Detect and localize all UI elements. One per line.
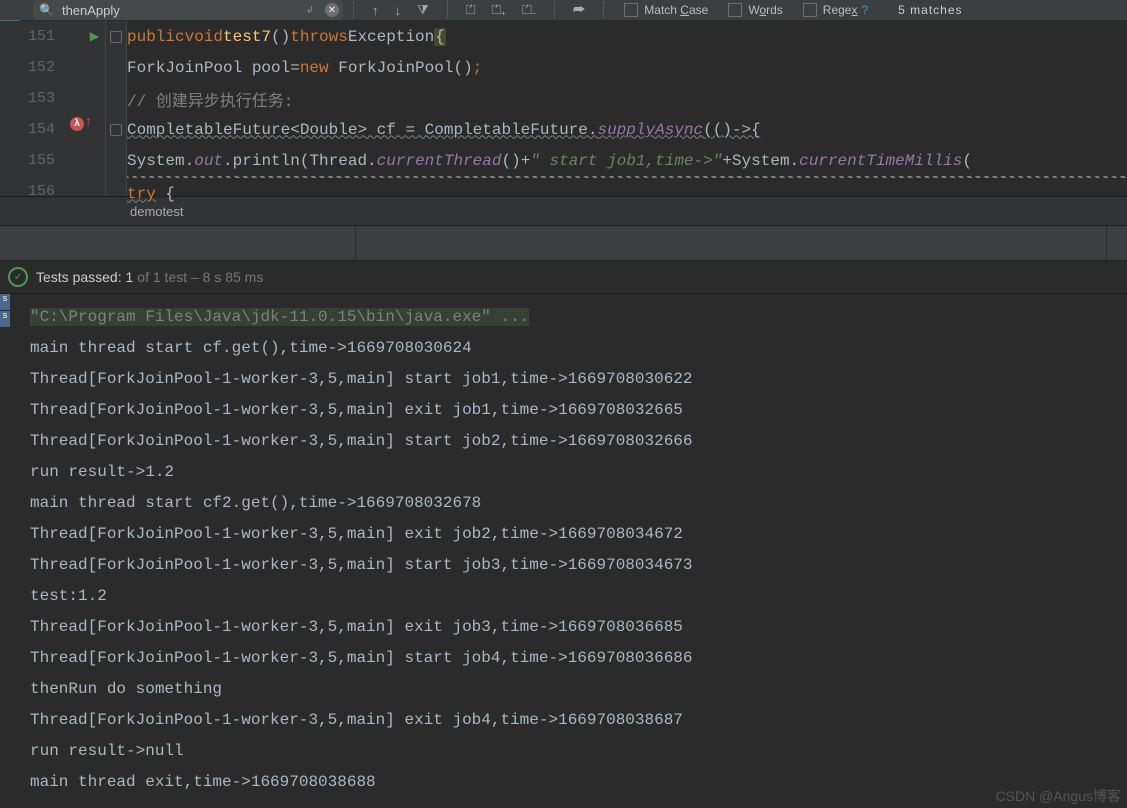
code-area[interactable]: public void test7() throws Exception { F…: [127, 21, 1127, 196]
console-line: Thread[ForkJoinPool-1-worker-3,5,main] s…: [30, 643, 1127, 674]
clear-search-icon[interactable]: ✕: [325, 3, 339, 17]
console-side-tabs[interactable]: ss: [0, 294, 10, 328]
console-line: test:1.2: [30, 581, 1127, 612]
line-number: 155: [28, 152, 55, 169]
match-case-checkbox[interactable]: Match Case: [624, 3, 708, 17]
search-icon: 🔍: [39, 3, 54, 17]
filter-icon[interactable]: ⧩: [417, 2, 429, 18]
separator: [603, 1, 604, 19]
console-line: Thread[ForkJoinPool-1-worker-3,5,main] e…: [30, 519, 1127, 550]
line-number: 152: [28, 59, 55, 76]
success-icon: ✓: [8, 267, 28, 287]
console-line: thenRun do something: [30, 674, 1127, 705]
console-line: Thread[ForkJoinPool-1-worker-3,5,main] e…: [30, 612, 1127, 643]
lambda-up-icon: ↑: [84, 115, 92, 131]
search-box: 🔍 ↲ ✕: [33, 0, 343, 20]
words-checkbox[interactable]: Words: [728, 3, 782, 17]
fold-column: [106, 21, 127, 196]
line-number: 151: [28, 28, 55, 45]
console-line: main thread start cf.get(),time->1669708…: [30, 333, 1127, 364]
fold-icon[interactable]: [110, 124, 122, 136]
console-line: Thread[ForkJoinPool-1-worker-3,5,main] e…: [30, 395, 1127, 426]
find-toolbar: 🔍 ↲ ✕ ↑ ↓ ⧩ ⏍ ⏍₊ ⏍₋ ⮫ Match Case Words R…: [0, 0, 1127, 21]
console-line: run result->null: [30, 736, 1127, 767]
prev-match-icon[interactable]: ↑: [372, 3, 379, 18]
console-line: main thread start cf2.get(),time->166970…: [30, 488, 1127, 519]
line-number: 153: [28, 90, 55, 107]
command-line: "C:\Program Files\Java\jdk-11.0.15\bin\j…: [30, 308, 529, 326]
fold-icon[interactable]: [110, 31, 122, 43]
line-number: 154: [28, 121, 55, 138]
line-number: 156: [28, 183, 55, 200]
add-selection-icon[interactable]: ⏍₊: [492, 2, 506, 18]
tests-passed-label: Tests passed: 1: [36, 269, 133, 285]
tool-window-header: [0, 226, 1127, 261]
line-gutter: 151▶ 152 153 154 155 156: [0, 21, 106, 196]
next-match-icon[interactable]: ↓: [395, 3, 402, 18]
console-line: Thread[ForkJoinPool-1-worker-3,5,main] s…: [30, 550, 1127, 581]
console-line: run result->1.2: [30, 457, 1127, 488]
tests-detail-label: of 1 test – 8 s 85 ms: [137, 269, 263, 285]
run-gutter-icon[interactable]: ▶: [90, 29, 99, 44]
newline-icon[interactable]: ↲: [303, 3, 317, 17]
lambda-icon[interactable]: λ: [70, 117, 84, 131]
separator: [554, 1, 555, 19]
test-status-bar: ✓ Tests passed: 1 of 1 test – 8 s 85 ms: [0, 261, 1127, 294]
match-count: 5 matches: [898, 3, 962, 17]
remove-selection-icon[interactable]: ⏍₋: [522, 2, 536, 18]
code-editor[interactable]: 151 ▶ 152 153 154 155 156 λ ↑ public void…: [0, 21, 1127, 197]
console-panel[interactable]: ss "C:\Program Files\Java\jdk-11.0.15\bi…: [0, 294, 1127, 808]
select-all-icon[interactable]: ⏍: [466, 2, 476, 18]
separator: [447, 1, 448, 19]
console-line: main thread exit,time->1669708038688: [30, 767, 1127, 798]
console-output: "C:\Program Files\Java\jdk-11.0.15\bin\j…: [0, 294, 1127, 798]
separator: [353, 1, 354, 19]
console-line: Thread[ForkJoinPool-1-worker-3,5,main] s…: [30, 426, 1127, 457]
watermark: CSDN @Angus博客: [996, 786, 1121, 806]
export-icon[interactable]: ⮫: [573, 2, 585, 18]
console-line: Thread[ForkJoinPool-1-worker-3,5,main] s…: [30, 364, 1127, 395]
search-input[interactable]: [60, 2, 299, 19]
console-line: Thread[ForkJoinPool-1-worker-3,5,main] e…: [30, 705, 1127, 736]
regex-checkbox[interactable]: Regex?: [803, 3, 868, 17]
